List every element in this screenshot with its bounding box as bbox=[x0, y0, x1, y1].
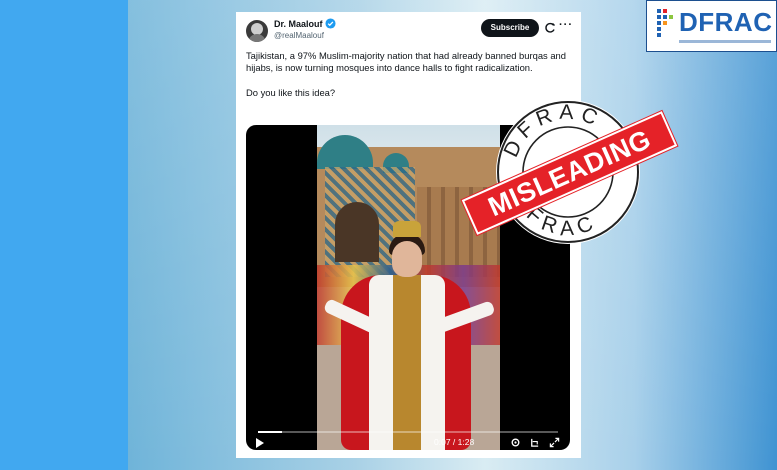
tweet-handle[interactable]: @realMaalouf bbox=[274, 31, 324, 40]
loop-icon[interactable] bbox=[529, 437, 540, 448]
video-frame bbox=[317, 125, 500, 450]
fullscreen-icon[interactable] bbox=[549, 437, 560, 448]
more-options-icon[interactable]: ··· bbox=[559, 19, 573, 31]
tweet-text-paragraph: Tajikistan, a 97% Muslim-majority nation… bbox=[246, 50, 566, 74]
verified-badge-icon bbox=[325, 18, 336, 29]
settings-icon[interactable] bbox=[510, 437, 521, 448]
avatar[interactable] bbox=[246, 20, 268, 42]
video-progress-fill bbox=[258, 431, 282, 433]
subscribe-button[interactable]: Subscribe bbox=[481, 19, 539, 37]
tweet-display-name[interactable]: Dr. Maalouf bbox=[274, 19, 323, 29]
background-left-panel bbox=[0, 0, 128, 470]
play-icon[interactable] bbox=[256, 438, 264, 448]
dfrac-logo: DFRAC bbox=[646, 0, 777, 52]
dfrac-logo-mark-icon bbox=[657, 9, 673, 37]
dfrac-logo-tagline-bar bbox=[679, 40, 771, 43]
grok-icon[interactable] bbox=[544, 22, 556, 34]
video-progress-bar[interactable] bbox=[258, 431, 558, 433]
dfrac-logo-text: DFRAC bbox=[679, 7, 773, 37]
video-time: 0:07 / 1:28 bbox=[434, 437, 475, 447]
